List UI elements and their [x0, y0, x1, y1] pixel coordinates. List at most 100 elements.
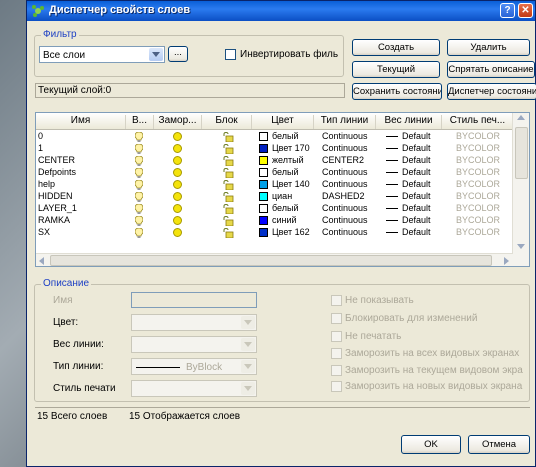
layer-lineweight[interactable]: Default: [402, 227, 431, 237]
layer-lineweight[interactable]: Default: [402, 215, 431, 225]
unlocked-padlock-icon[interactable]: [222, 132, 234, 142]
option-freeze-all-checkbox[interactable]: [331, 348, 342, 359]
layer-color[interactable]: желтый: [272, 155, 304, 165]
sun-icon[interactable]: [173, 144, 182, 153]
vertical-scrollbar[interactable]: [512, 113, 529, 266]
layer-plotstyle[interactable]: BYCOLOR: [456, 131, 500, 141]
desc-color-combo[interactable]: [131, 314, 257, 331]
column-header-freeze[interactable]: Замор...: [154, 115, 202, 129]
column-header-name[interactable]: Имя: [36, 115, 126, 129]
sun-icon[interactable]: [173, 180, 182, 189]
color-swatch[interactable]: [259, 216, 268, 225]
sun-icon[interactable]: [173, 204, 182, 213]
layer-linetype[interactable]: CENTER2: [322, 155, 364, 165]
lightbulb-icon[interactable]: [135, 216, 143, 226]
unlocked-padlock-icon[interactable]: [222, 192, 234, 202]
layer-lineweight[interactable]: Default: [402, 167, 431, 177]
lightbulb-icon[interactable]: [135, 156, 143, 166]
layer-color[interactable]: Цвет 162: [272, 227, 310, 237]
column-header-linetype[interactable]: Тип линии: [314, 115, 376, 129]
column-header-lineweight[interactable]: Вес линии: [376, 115, 442, 129]
layer-lineweight[interactable]: Default: [402, 191, 431, 201]
close-button[interactable]: ✕: [518, 3, 533, 18]
sun-icon[interactable]: [173, 156, 182, 165]
color-swatch[interactable]: [259, 192, 268, 201]
delete-button[interactable]: Удалить: [447, 39, 530, 56]
option-freeze-new-checkbox[interactable]: [331, 381, 342, 392]
unlocked-padlock-icon[interactable]: [222, 180, 234, 190]
color-swatch[interactable]: [259, 144, 268, 153]
layer-color[interactable]: Цвет 140: [272, 179, 310, 189]
column-header-on[interactable]: В...: [126, 115, 154, 129]
column-header-plotstyle[interactable]: Стиль печ...: [442, 115, 514, 129]
option-lock-checkbox[interactable]: [331, 313, 342, 324]
table-row[interactable]: HIDDEN циан DASHED2 Default BYCOLOR: [36, 191, 514, 202]
layer-linetype[interactable]: Continuous: [322, 131, 368, 141]
table-row[interactable]: 1 Цвет 170 Continuous Default BYCOLOR: [36, 143, 514, 154]
layer-linetype[interactable]: Continuous: [322, 167, 368, 177]
ok-button[interactable]: OK: [401, 435, 461, 454]
scroll-thumb[interactable]: [515, 127, 528, 179]
horizontal-scrollbar[interactable]: [36, 253, 513, 266]
layer-lineweight[interactable]: Default: [402, 143, 431, 153]
lightbulb-icon[interactable]: [135, 168, 143, 178]
layer-plotstyle[interactable]: BYCOLOR: [456, 227, 500, 237]
layer-lineweight[interactable]: Default: [402, 155, 431, 165]
lightbulb-icon[interactable]: [135, 204, 143, 214]
desc-plotstyle-combo[interactable]: [131, 380, 257, 397]
column-header-color[interactable]: Цвет: [252, 115, 314, 129]
lightbulb-icon[interactable]: [135, 132, 143, 142]
column-header-lock[interactable]: Блок: [202, 115, 252, 129]
layer-color[interactable]: белый: [272, 167, 299, 177]
hscroll-thumb[interactable]: [50, 255, 492, 266]
layer-lineweight[interactable]: Default: [402, 203, 431, 213]
unlocked-padlock-icon[interactable]: [222, 144, 234, 154]
option-hide-checkbox[interactable]: [331, 295, 342, 306]
table-row[interactable]: 0 белый Continuous Default BYCOLOR: [36, 131, 514, 142]
table-row[interactable]: SX Цвет 162 Continuous Default BYCOLOR: [36, 227, 514, 238]
filter-combo[interactable]: Все слои: [39, 46, 165, 63]
table-row[interactable]: CENTER желтый CENTER2 Default BYCOLOR: [36, 155, 514, 166]
sun-icon[interactable]: [173, 168, 182, 177]
set-current-button[interactable]: Текущий: [352, 61, 440, 78]
layer-linetype[interactable]: Continuous: [322, 203, 368, 213]
layer-plotstyle[interactable]: BYCOLOR: [456, 167, 500, 177]
color-swatch[interactable]: [259, 228, 268, 237]
lightbulb-icon[interactable]: [135, 228, 143, 238]
color-swatch[interactable]: [259, 156, 268, 165]
layer-color[interactable]: синий: [272, 215, 297, 225]
layer-linetype[interactable]: Continuous: [322, 179, 368, 189]
table-row[interactable]: LAYER_1 белый Continuous Default BYCOLOR: [36, 203, 514, 214]
layer-plotstyle[interactable]: BYCOLOR: [456, 179, 500, 189]
title-bar[interactable]: Диспетчер свойств слоев ? ✕: [27, 1, 535, 21]
layer-linetype[interactable]: Continuous: [322, 215, 368, 225]
desc-linetype-combo[interactable]: ByBlock: [131, 358, 257, 375]
invert-filter-checkbox[interactable]: [225, 49, 236, 60]
color-swatch[interactable]: [259, 168, 268, 177]
layer-lineweight[interactable]: Default: [402, 131, 431, 141]
chevron-down-icon[interactable]: [149, 48, 163, 61]
unlocked-padlock-icon[interactable]: [222, 156, 234, 166]
layer-color[interactable]: белый: [272, 131, 299, 141]
unlocked-padlock-icon[interactable]: [222, 168, 234, 178]
color-swatch[interactable]: [259, 204, 268, 213]
layer-plotstyle[interactable]: BYCOLOR: [456, 143, 500, 153]
layer-linetype[interactable]: Continuous: [322, 227, 368, 237]
layer-linetype[interactable]: DASHED2: [322, 191, 365, 201]
color-swatch[interactable]: [259, 180, 268, 189]
layer-color[interactable]: циан: [272, 191, 292, 201]
layer-plotstyle[interactable]: BYCOLOR: [456, 203, 500, 213]
lightbulb-icon[interactable]: [135, 192, 143, 202]
unlocked-padlock-icon[interactable]: [222, 228, 234, 238]
layer-linetype[interactable]: Continuous: [322, 143, 368, 153]
state-manager-button[interactable]: Диспетчер состояний: [447, 83, 536, 100]
unlocked-padlock-icon[interactable]: [222, 216, 234, 226]
save-state-button[interactable]: Сохранить состояние: [352, 83, 442, 100]
table-row[interactable]: help Цвет 140 Continuous Default BYCOLOR: [36, 179, 514, 190]
sun-icon[interactable]: [173, 192, 182, 201]
layer-color[interactable]: белый: [272, 203, 299, 213]
create-button[interactable]: Создать: [352, 39, 440, 56]
layer-table[interactable]: Имя В... Замор... Блок Цвет Тип линии Ве…: [35, 112, 530, 267]
layer-plotstyle[interactable]: BYCOLOR: [456, 155, 500, 165]
lightbulb-icon[interactable]: [135, 144, 143, 154]
